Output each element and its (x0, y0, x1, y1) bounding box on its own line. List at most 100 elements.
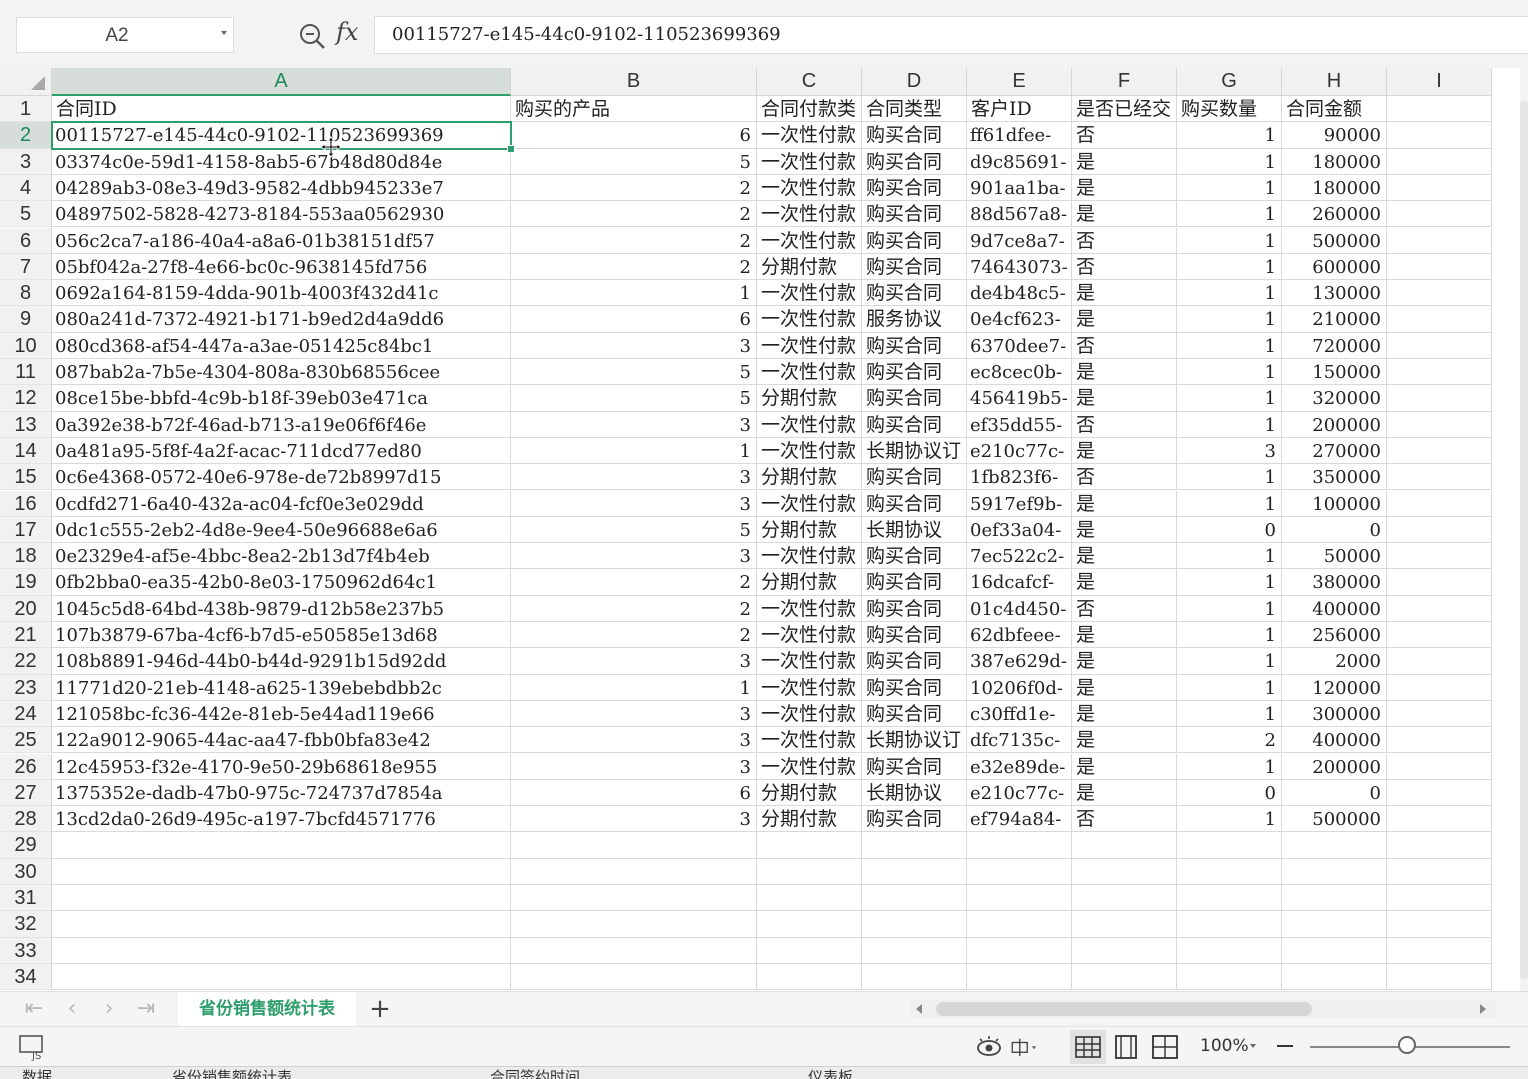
sheet-tab-active[interactable]: 省份销售额统计表 (178, 992, 356, 1026)
grid-cell[interactable]: 分期付款 (757, 806, 862, 833)
grid-cell[interactable]: 一次性付款 (757, 595, 862, 622)
grid-cell[interactable]: 是 (1072, 359, 1177, 386)
grid-cell[interactable]: 购买合同 (862, 648, 967, 675)
vertical-scroll-thumb[interactable] (1520, 100, 1528, 980)
grid-cell[interactable] (1387, 201, 1492, 228)
grid-cell[interactable]: 210000 (1282, 306, 1387, 333)
grid-cell[interactable]: 1 (511, 437, 757, 465)
row-header[interactable]: 23 (0, 674, 52, 701)
grid-cell[interactable]: 5 (511, 148, 757, 175)
grid-cell[interactable]: 是 (1072, 174, 1177, 202)
grid-cell[interactable] (1282, 911, 1387, 938)
grid-cell[interactable]: 108b8891-946d-44b0-b44d-9291b15d92dd (52, 648, 511, 675)
name-box[interactable]: A2 (16, 17, 234, 53)
grid-cell[interactable]: 3 (511, 332, 757, 359)
grid-cell[interactable]: 05bf042a-27f8-4e66-bc0c-9638145fd756 (52, 253, 511, 281)
row-header[interactable]: 30 (0, 858, 52, 885)
grid-cell[interactable]: 150000 (1282, 359, 1387, 386)
row-header[interactable]: 2 (0, 122, 52, 149)
grid-cell[interactable]: 购买合同 (862, 569, 967, 596)
grid-cell[interactable] (1387, 858, 1492, 885)
grid-cell[interactable]: ef35dd55- (967, 411, 1072, 438)
row-header[interactable]: 9 (0, 306, 52, 333)
row-header[interactable]: 5 (0, 201, 52, 228)
grid-cell[interactable] (52, 937, 511, 964)
grid-cell[interactable]: 500000 (1282, 806, 1387, 833)
grid-cell[interactable]: 256000 (1282, 622, 1387, 649)
grid-cell[interactable]: 08ce15be-bbfd-4c9b-b18f-39eb03e471ca (52, 385, 511, 412)
grid-cell[interactable]: 0fb2bba0-ea35-42b0-8e03-1750962d64c1 (52, 569, 511, 596)
grid-cell[interactable] (1387, 569, 1492, 596)
grid-cell[interactable]: 2 (511, 227, 757, 254)
grid-cell[interactable]: 2 (511, 595, 757, 622)
row-header[interactable]: 31 (0, 885, 52, 912)
grid-cell[interactable]: 购买合同 (862, 806, 967, 833)
grid-cell[interactable]: 9d7ce8a7- (967, 227, 1072, 254)
grid-cell[interactable]: 1 (1177, 253, 1282, 281)
grid-cell[interactable]: 0 (1282, 779, 1387, 807)
grid-cell[interactable]: 1 (1177, 201, 1282, 228)
grid-cell[interactable]: 长期协议订 (862, 727, 967, 754)
row-header[interactable]: 34 (0, 963, 52, 991)
row-header[interactable]: 7 (0, 253, 52, 281)
grid-cell[interactable]: 400000 (1282, 595, 1387, 622)
grid-cell[interactable]: 购买合同 (862, 464, 967, 491)
grid-cell[interactable]: 300000 (1282, 700, 1387, 728)
grid-cell[interactable]: 50000 (1282, 543, 1387, 570)
grid-cell[interactable]: 1 (511, 280, 757, 307)
grid-cell[interactable] (1387, 411, 1492, 438)
grid-cell[interactable]: 5 (511, 516, 757, 544)
grid-cell[interactable]: 一次性付款 (757, 227, 862, 254)
grid-cell[interactable]: 5 (511, 385, 757, 412)
grid-cell[interactable]: dfc7135c- (967, 727, 1072, 754)
row-header[interactable]: 24 (0, 700, 52, 728)
column-header-g[interactable]: G (1177, 68, 1282, 96)
grid-cell[interactable]: 是 (1072, 543, 1177, 570)
grid-cell[interactable]: 0a481a95-5f8f-4a2f-acac-711dcd77ed80 (52, 437, 511, 465)
grid-cell[interactable] (1387, 437, 1492, 465)
grid-cell[interactable]: 400000 (1282, 727, 1387, 754)
grid-cell[interactable]: 分期付款 (757, 464, 862, 491)
grid-cell[interactable]: 3 (511, 753, 757, 780)
grid-cell[interactable]: e210c77c- (967, 779, 1072, 807)
grid-cell[interactable] (1177, 885, 1282, 912)
grid-cell[interactable] (1387, 385, 1492, 412)
grid-cell[interactable]: 1 (1177, 674, 1282, 701)
grid-cell[interactable] (511, 937, 757, 964)
grid-cell[interactable] (862, 937, 967, 964)
grid-cell[interactable] (862, 963, 967, 991)
grid-cell[interactable] (1387, 753, 1492, 780)
row-header[interactable]: 6 (0, 227, 52, 254)
grid-cell[interactable] (1072, 858, 1177, 885)
grid-cell[interactable]: 1 (1177, 332, 1282, 359)
eye-protection-icon[interactable] (974, 1033, 1004, 1061)
grid-cell[interactable] (1387, 779, 1492, 807)
grid-cell[interactable] (757, 885, 862, 912)
grid-cell[interactable]: 74643073- (967, 253, 1072, 281)
grid-cell[interactable]: 是 (1072, 490, 1177, 517)
header-cell[interactable]: 合同金额 (1282, 96, 1387, 123)
grid-cell[interactable] (757, 937, 862, 964)
grid-cell[interactable] (967, 832, 1072, 859)
grid-cell[interactable]: 180000 (1282, 174, 1387, 202)
grid-cell[interactable]: 1 (1177, 700, 1282, 728)
grid-cell[interactable]: 6 (511, 306, 757, 333)
grid-cell[interactable]: 否 (1072, 227, 1177, 254)
grid-cell[interactable]: 一次性付款 (757, 148, 862, 175)
grid-cell[interactable]: 0 (1282, 516, 1387, 544)
row-header[interactable]: 22 (0, 648, 52, 675)
grid-cell[interactable]: 0 (1177, 779, 1282, 807)
grid-cell[interactable]: 1 (1177, 464, 1282, 491)
column-header-h[interactable]: H (1282, 68, 1387, 96)
grid-cell[interactable]: ff61dfee- (967, 122, 1072, 149)
grid-cell[interactable]: ef794a84- (967, 806, 1072, 833)
grid-cell[interactable]: 一次性付款 (757, 174, 862, 202)
grid-cell[interactable] (1387, 148, 1492, 175)
grid-cell[interactable]: 是 (1072, 437, 1177, 465)
grid-cell[interactable]: 一次性付款 (757, 674, 862, 701)
grid-cell[interactable]: 长期协议 (862, 516, 967, 544)
grid-cell[interactable]: 0e2329e4-af5e-4bbc-8ea2-2b13d7f4b4eb (52, 543, 511, 570)
grid-cell[interactable]: 3 (1177, 437, 1282, 465)
grid-cell[interactable]: 一次性付款 (757, 490, 862, 517)
grid-cell[interactable]: 087bab2a-7b5e-4304-808a-830b68556cee (52, 359, 511, 386)
